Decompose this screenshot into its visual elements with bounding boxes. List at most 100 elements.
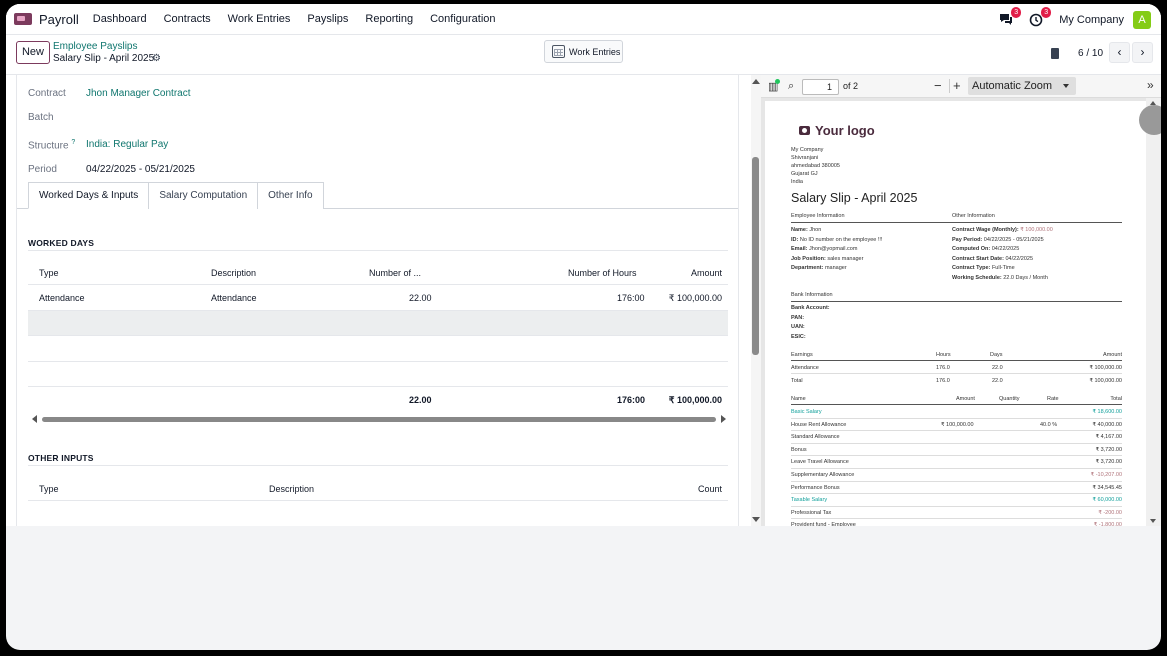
col-number-of-hours[interactable]: Number of Hours [568, 268, 637, 278]
help-tooltip[interactable]: ? [71, 139, 75, 146]
period-field[interactable]: 04/22/2025 - 05/21/2025 [86, 164, 195, 175]
more-tools-icon[interactable]: » [1147, 78, 1154, 92]
scrollbar-thumb[interactable] [1139, 105, 1161, 135]
contract-field[interactable]: Jhon Manager Contract [86, 88, 191, 99]
gear-icon[interactable]: ⚙ [152, 53, 161, 64]
zoom-select[interactable]: Automatic Zoom [968, 77, 1076, 95]
line-name: House Rent Allowance [791, 421, 847, 428]
other-info: Contract Wage (Monthly): ₹ 100,000.00 Pa… [952, 227, 1053, 281]
work-entries-label: Work Entries [569, 46, 621, 57]
line-name: Taxable Salary [791, 497, 828, 504]
menu-dashboard[interactable]: Dashboard [93, 13, 147, 25]
search-icon[interactable]: ⌕ [788, 80, 794, 93]
toolbar-divider [949, 79, 950, 93]
col-type[interactable]: Type [39, 484, 59, 494]
cell-hours: 176:00 [617, 293, 645, 303]
batch-label: Batch [28, 112, 54, 123]
breadcrumb-parent[interactable]: Employee Payslips [53, 41, 137, 52]
line-name: Leave Travel Allowance [791, 459, 849, 466]
structure-field[interactable]: India: Regular Pay [86, 139, 168, 150]
tab-other-info[interactable]: Other Info [257, 182, 324, 209]
user-avatar[interactable]: A [1133, 10, 1151, 29]
control-panel: New Employee Payslips Salary Slip - Apri… [6, 35, 1161, 75]
line-amount: ₹ 100,000.00 [941, 421, 974, 428]
divider [791, 417, 1122, 419]
zoom-out-icon[interactable]: − [934, 78, 942, 93]
payroll-app-icon [14, 13, 32, 25]
tab-salary-computation[interactable]: Salary Computation [148, 182, 259, 209]
line-total: ₹ 60,000.00 [1092, 497, 1123, 504]
total-days: 22.00 [409, 395, 432, 405]
activity-clock-icon[interactable]: 3 [1029, 6, 1052, 27]
menu-contracts[interactable]: Contracts [164, 13, 211, 25]
scroll-right-arrow[interactable] [721, 415, 726, 423]
line-name: Basic Salary [791, 409, 822, 415]
divider [791, 518, 1122, 520]
window-frame: Payroll Dashboard Contracts Work Entries… [6, 4, 1161, 650]
line-name: Professional Tax [791, 509, 832, 516]
empty-row [28, 335, 728, 361]
col-number-of-days[interactable]: Number of ... [369, 268, 421, 278]
bank-info-heading: Bank Information [791, 292, 833, 298]
line-name: Bonus [791, 446, 807, 453]
line-name: Provident fund - Employee [791, 522, 856, 526]
col-count[interactable]: Count [698, 484, 722, 494]
col-type[interactable]: Type [39, 268, 59, 278]
pager-next-button[interactable]: › [1132, 42, 1153, 63]
horizontal-scrollbar[interactable] [32, 415, 726, 424]
document-icon[interactable] [1051, 48, 1059, 59]
menu-configuration[interactable]: Configuration [430, 13, 495, 25]
divider [791, 480, 1122, 482]
contract-label: Contract [28, 88, 66, 99]
pager-previous-button[interactable]: ‹ [1109, 42, 1130, 63]
scroll-up-arrow[interactable] [752, 79, 760, 84]
new-button[interactable]: New [16, 41, 50, 64]
company-logo: Your logo [799, 123, 875, 138]
col-amount[interactable]: Amount [691, 268, 722, 278]
line-total: ₹ -200.00 [1098, 509, 1122, 516]
pdf-viewer: ▥ ⌕ 1 of 2 − + Automatic Zoom » Your log… [761, 75, 1161, 526]
menu-work-entries[interactable]: Work Entries [228, 13, 291, 25]
table-row[interactable]: Attendance Attendance 22.00 176:00 ₹ 100… [28, 284, 728, 310]
work-entries-button[interactable]: Work Entries [544, 40, 623, 63]
divider [791, 222, 1122, 223]
table-header: Type Description Number of ... Number of… [28, 250, 728, 284]
tab-worked-days-inputs[interactable]: Worked Days & Inputs [28, 182, 150, 209]
pager-value[interactable]: 6 / 10 [1078, 48, 1103, 59]
zoom-in-icon[interactable]: + [953, 78, 961, 93]
chat-icon[interactable]: 3 [999, 6, 1022, 27]
page-number-input[interactable]: 1 [802, 79, 839, 95]
line-total: ₹ 18,600.00 [1092, 409, 1123, 415]
payslip-form: Contract Jhon Manager Contract Batch Str… [16, 75, 739, 526]
divider [791, 467, 1122, 469]
scrollbar-thumb[interactable] [752, 157, 759, 355]
scroll-down-arrow[interactable] [752, 517, 760, 522]
worked-days-table: Type Description Number of ... Number of… [28, 250, 728, 412]
company-switcher[interactable]: My Company [1059, 14, 1124, 26]
salary-line-row: Provident fund - Employee ₹ -1,800.00 [791, 522, 1122, 526]
line-total: ₹ 34,545.45 [1092, 484, 1123, 491]
pdf-vertical-scrollbar[interactable] [1139, 98, 1161, 526]
worked-days-title: WORKED DAYS [28, 238, 95, 248]
line-rate: 40.0 % [1040, 421, 1058, 428]
other-inputs-table: Type Description Count [28, 465, 728, 501]
app-switcher[interactable]: Payroll [14, 12, 79, 27]
bank-info: Bank Account: PAN: UAN: ESIC: [791, 305, 830, 340]
app-name[interactable]: Payroll [39, 12, 79, 27]
employee-info: Name: Jhon ID: No ID number on the emplo… [791, 227, 883, 271]
period-label: Period [28, 164, 57, 175]
menu-payslips[interactable]: Payslips [307, 13, 348, 25]
other-info-heading: Other Information [952, 213, 995, 219]
page-count: of 2 [843, 81, 859, 91]
scrollbar-thumb[interactable] [42, 417, 716, 422]
menu-reporting[interactable]: Reporting [365, 13, 413, 25]
top-navbar: Payroll Dashboard Contracts Work Entries… [6, 4, 1161, 35]
col-description[interactable]: Description [211, 268, 256, 278]
activity-badge: 3 [1041, 6, 1052, 18]
form-vertical-scrollbar[interactable] [751, 75, 761, 526]
cell-amount: ₹ 100,000.00 [668, 293, 722, 303]
scroll-down-arrow[interactable] [1150, 519, 1156, 523]
col-description[interactable]: Description [269, 484, 314, 494]
scroll-left-arrow[interactable] [32, 415, 37, 423]
line-name: Supplementary Allowance [791, 472, 855, 478]
